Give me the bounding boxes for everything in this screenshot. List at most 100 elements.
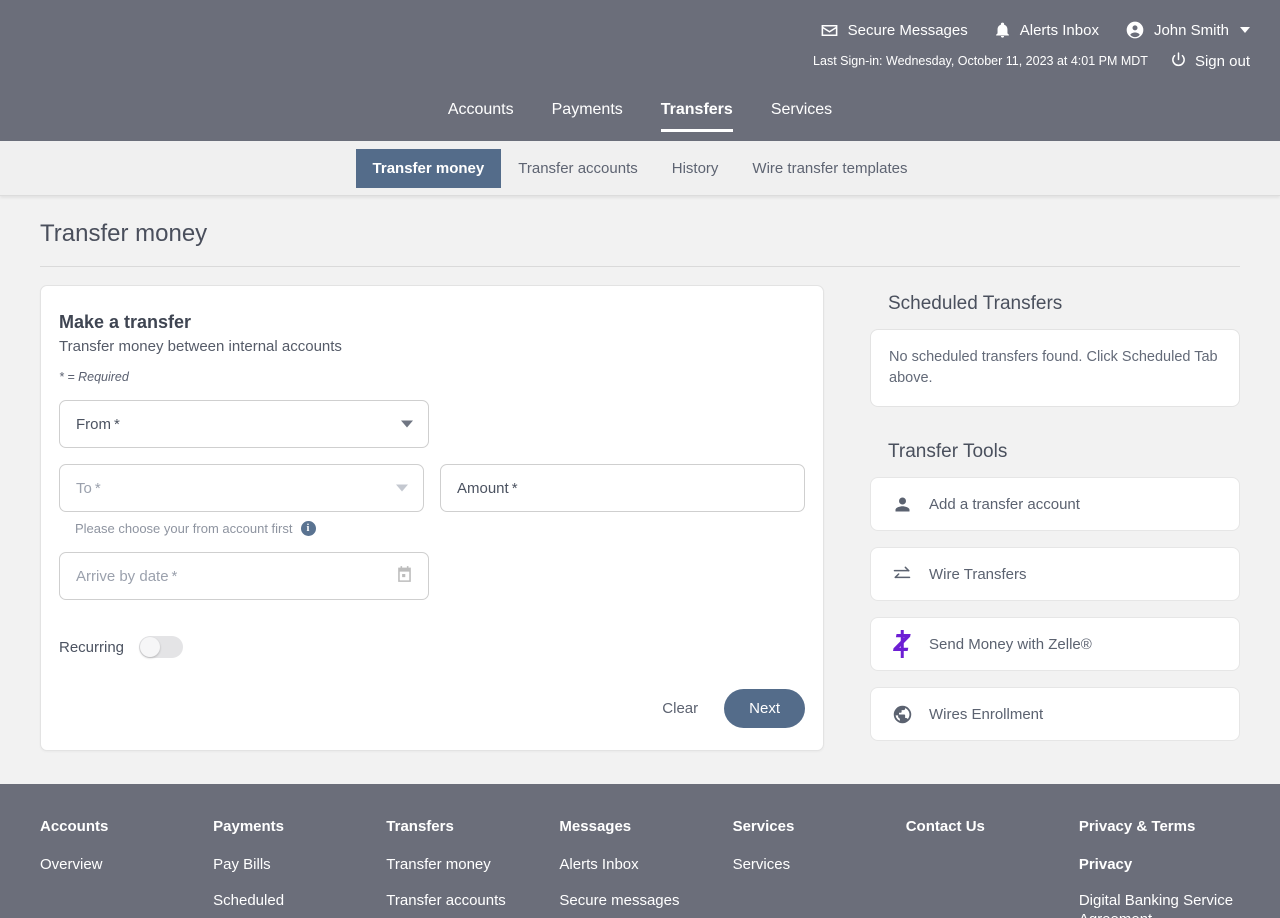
card-subtitle: Transfer money between internal accounts xyxy=(59,338,342,355)
to-account-select[interactable]: To * xyxy=(59,464,424,512)
zelle-icon: Z xyxy=(893,630,911,657)
footer-heading: Payments xyxy=(213,818,285,836)
right-rail: Scheduled Transfers No scheduled transfe… xyxy=(870,285,1240,757)
date-required-mark: * xyxy=(171,567,178,585)
tab-wire-transfer-templates[interactable]: Wire transfer templates xyxy=(735,149,924,188)
top-header: Secure Messages Alerts Inbox John Smith … xyxy=(0,0,1280,141)
account-circle-icon xyxy=(1125,20,1145,40)
main-nav: Accounts Payments Transfers Services xyxy=(0,88,1280,132)
footer-column-payments: Payments Pay Bills Scheduled Payees xyxy=(213,818,374,918)
footer-link[interactable]: Overview xyxy=(40,856,201,875)
page-body: Transfer money Make a transfer Transfer … xyxy=(0,196,1280,757)
footer-column-transfers: Transfers Transfer money Transfer accoun… xyxy=(386,818,547,918)
footer-link[interactable]: Alerts Inbox xyxy=(559,856,720,875)
footer-column-contact-us: Contact Us xyxy=(906,818,1067,918)
user-menu[interactable]: John Smith xyxy=(1125,20,1250,40)
nav-item-transfers[interactable]: Transfers xyxy=(660,101,733,132)
to-amount-row: To * Amount * xyxy=(59,464,805,512)
power-icon xyxy=(1170,51,1187,72)
recurring-toggle[interactable] xyxy=(139,636,184,658)
footer-link[interactable]: Pay Bills xyxy=(213,856,374,875)
recurring-label: Recurring xyxy=(59,638,125,656)
tool-send-money-with-zelle[interactable]: Z Send Money with Zelle® xyxy=(870,617,1240,672)
footer-heading: Services xyxy=(732,818,795,836)
form-column: Make a transfer Transfer money between i… xyxy=(40,285,824,751)
footer-link[interactable]: Scheduled xyxy=(213,892,374,911)
footer-link[interactable]: Services xyxy=(733,856,894,875)
footer-link[interactable]: Transfer accounts xyxy=(386,892,547,911)
sign-out-button[interactable]: Sign out xyxy=(1170,51,1250,72)
footer-link[interactable]: Digital Banking Service Agreement xyxy=(1079,892,1240,918)
bell-icon xyxy=(994,21,1011,40)
site-footer: Accounts Overview Payments Pay Bills Sch… xyxy=(0,784,1280,918)
recurring-row: Recurring xyxy=(59,636,805,658)
nav-item-services[interactable]: Services xyxy=(771,101,832,132)
secure-messages-label: Secure Messages xyxy=(847,21,968,39)
tool-wire-transfers[interactable]: Wire Transfers xyxy=(870,547,1240,602)
date-label: Arrive by date xyxy=(76,567,169,585)
tool-label: Add a transfer account xyxy=(929,495,1080,513)
footer-link[interactable]: Privacy xyxy=(1079,856,1240,875)
scheduled-transfers-empty-state: No scheduled transfers found. Click Sche… xyxy=(870,329,1240,408)
footer-heading: Transfers xyxy=(386,818,454,836)
dropdown-arrow-icon xyxy=(401,420,413,428)
from-account-select[interactable]: From * xyxy=(59,400,429,448)
globe-icon xyxy=(889,704,915,725)
user-name-label: John Smith xyxy=(1153,21,1229,39)
footer-column-accounts: Accounts Overview xyxy=(40,818,201,918)
footer-heading: Accounts xyxy=(40,818,109,836)
arrive-by-date-input[interactable]: Arrive by date * xyxy=(59,552,429,600)
person-icon xyxy=(889,494,915,515)
footer-heading: Messages xyxy=(559,818,632,836)
next-button[interactable]: Next xyxy=(724,689,805,728)
from-label: From xyxy=(76,415,111,433)
to-label: To xyxy=(76,479,92,497)
dropdown-arrow-icon xyxy=(396,484,408,492)
footer-heading: Contact Us xyxy=(905,818,985,836)
footer-column-services: Services Services xyxy=(733,818,894,918)
sign-out-label: Sign out xyxy=(1194,52,1250,70)
utility-nav: Secure Messages Alerts Inbox John Smith xyxy=(0,0,1280,42)
secure-messages-link[interactable]: Secure Messages xyxy=(820,21,968,40)
tool-label: Wire Transfers xyxy=(929,565,1027,583)
tool-wires-enrollment[interactable]: Wires Enrollment xyxy=(870,687,1240,742)
exchange-arrows-icon xyxy=(889,564,915,584)
last-signin-text: Last Sign-in: Wednesday, October 11, 202… xyxy=(813,54,1148,68)
amount-label: Amount xyxy=(457,479,509,497)
alerts-inbox-label: Alerts Inbox xyxy=(1019,21,1099,39)
envelope-icon xyxy=(820,21,839,40)
date-row: Arrive by date * xyxy=(59,552,805,600)
footer-column-messages: Messages Alerts Inbox Secure messages xyxy=(559,818,720,918)
nav-item-payments[interactable]: Payments xyxy=(552,101,623,132)
scheduled-transfers-title: Scheduled Transfers xyxy=(888,293,1063,314)
signin-row: Last Sign-in: Wednesday, October 11, 202… xyxy=(0,48,1280,74)
page-title: Transfer money xyxy=(40,196,1240,267)
transfer-tools-title: Transfer Tools xyxy=(888,441,1008,463)
nav-item-accounts[interactable]: Accounts xyxy=(448,101,514,132)
required-note: * = Required xyxy=(59,370,129,384)
chevron-down-icon xyxy=(1240,27,1250,33)
amount-required-mark: * xyxy=(511,479,518,497)
to-required-mark: * xyxy=(94,479,101,497)
footer-link[interactable]: Transfer money xyxy=(386,856,547,875)
make-a-transfer-card: Make a transfer Transfer money between i… xyxy=(40,285,824,751)
to-helper-text-row: Please choose your from account first i xyxy=(75,521,805,536)
tab-transfer-money[interactable]: Transfer money xyxy=(355,148,502,188)
amount-input[interactable]: Amount * xyxy=(440,464,805,512)
tool-add-a-transfer-account[interactable]: Add a transfer account xyxy=(870,477,1240,532)
calendar-icon[interactable] xyxy=(395,565,414,588)
tab-history[interactable]: History xyxy=(655,149,736,188)
sub-nav: Transfer money Transfer accounts History… xyxy=(0,141,1280,196)
alerts-inbox-link[interactable]: Alerts Inbox xyxy=(994,21,1099,40)
tab-transfer-accounts[interactable]: Transfer accounts xyxy=(501,149,655,188)
card-actions: Clear Next xyxy=(658,689,805,728)
from-required-mark: * xyxy=(114,415,120,433)
footer-columns: Accounts Overview Payments Pay Bills Sch… xyxy=(40,818,1240,918)
toggle-knob xyxy=(140,637,161,657)
clear-button[interactable]: Clear xyxy=(658,694,702,723)
tool-label: Wires Enrollment xyxy=(929,705,1044,723)
footer-link[interactable]: Secure messages xyxy=(559,892,720,911)
footer-heading: Privacy & Terms xyxy=(1078,818,1196,836)
tool-label: Send Money with Zelle® xyxy=(929,635,1092,653)
info-icon[interactable]: i xyxy=(300,521,316,536)
